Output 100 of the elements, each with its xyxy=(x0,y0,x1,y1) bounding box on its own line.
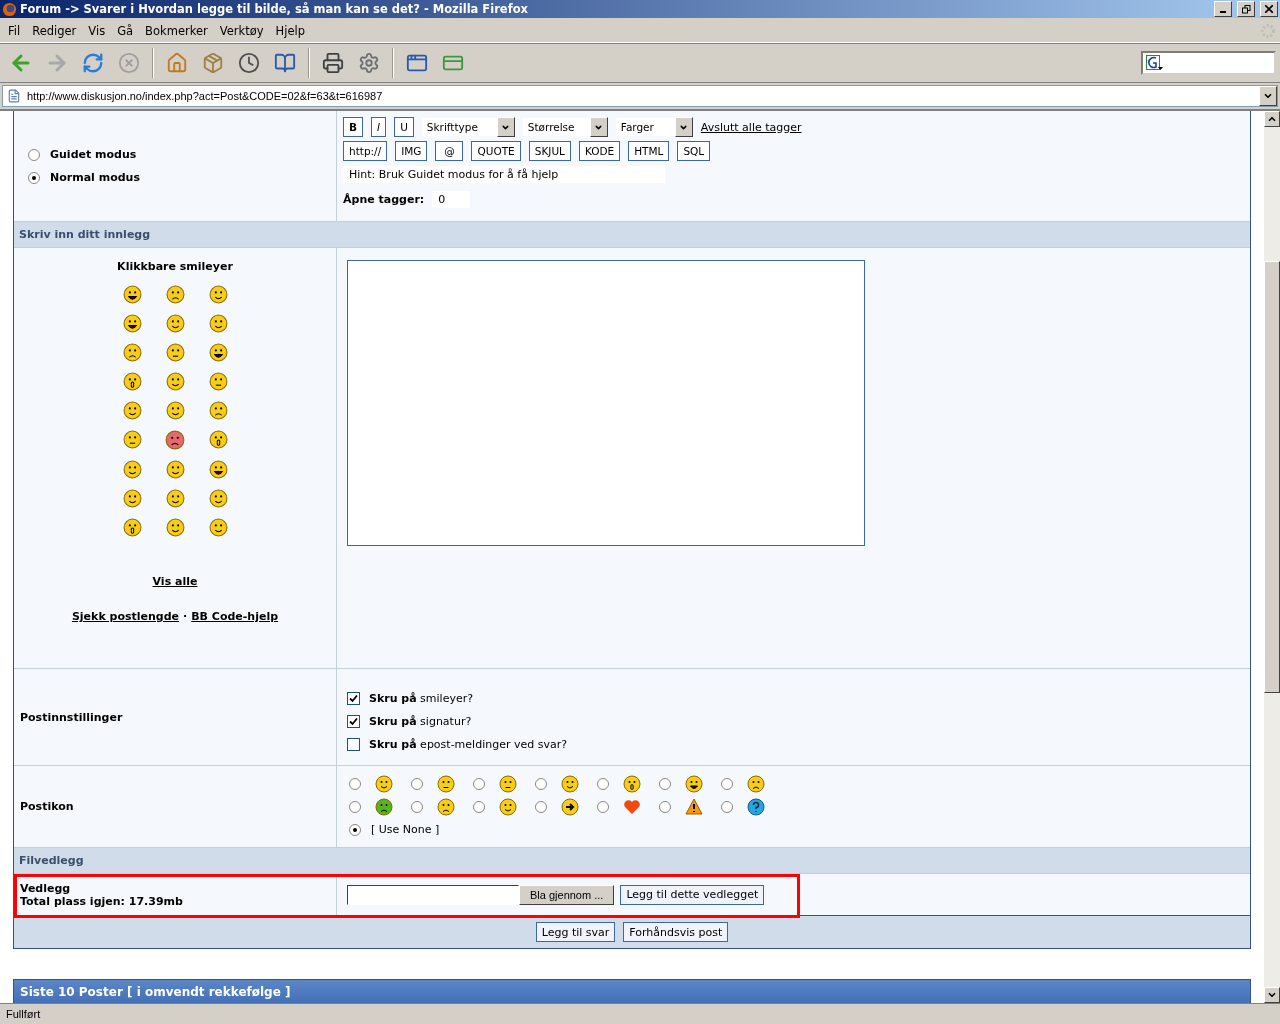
dropdown[interactable]: Farger xyxy=(615,118,693,136)
smiley-icon[interactable] xyxy=(122,314,142,333)
smiley-icon[interactable] xyxy=(165,430,185,450)
smiley-icon[interactable] xyxy=(208,343,228,362)
radio-button[interactable] xyxy=(28,148,40,161)
radio-button[interactable] xyxy=(473,800,485,813)
smiley-icon[interactable] xyxy=(122,285,142,304)
radio-button[interactable] xyxy=(535,777,547,790)
post-length-link[interactable]: Sjekk postlengde xyxy=(71,610,180,623)
smiley-icon[interactable] xyxy=(208,285,228,304)
smiley-icon[interactable] xyxy=(122,372,142,391)
address-field[interactable]: http://www.diskusjon.no/index.php?act=Post&CODE=02&f=63&t=616987 xyxy=(2,85,1278,107)
menu-item[interactable]: Rediger xyxy=(28,24,85,38)
radio-button[interactable] xyxy=(349,777,361,790)
radio-button[interactable] xyxy=(597,800,609,813)
smiley-icon[interactable] xyxy=(747,774,765,793)
scroll-up-button[interactable] xyxy=(1264,111,1280,127)
file-input-field[interactable] xyxy=(347,884,519,905)
smiley-icon[interactable] xyxy=(122,518,142,537)
format-button[interactable]: U xyxy=(394,117,414,137)
radio-button[interactable] xyxy=(535,800,547,813)
menu-item[interactable]: Verktøy xyxy=(215,24,272,38)
tag-button[interactable]: KODE xyxy=(578,141,621,161)
menu-item[interactable]: Fil xyxy=(4,24,29,38)
search-field[interactable] xyxy=(1141,51,1276,75)
smiley-icon[interactable] xyxy=(208,460,228,479)
smiley-icon[interactable] xyxy=(208,372,228,391)
minimize-button[interactable] xyxy=(1214,1,1232,17)
close-button[interactable] xyxy=(1260,1,1278,17)
checkbox[interactable] xyxy=(347,691,360,705)
smiley-icon[interactable] xyxy=(499,797,517,816)
smiley-icon[interactable] xyxy=(437,774,455,793)
add-attachment-button[interactable]: Legg til dette vedlegget xyxy=(620,884,765,905)
checkbox[interactable] xyxy=(347,737,360,751)
scroll-down-button[interactable] xyxy=(1264,987,1280,1003)
radio-button[interactable] xyxy=(659,777,671,790)
book-icon[interactable] xyxy=(274,52,296,74)
close-tags-link[interactable]: Avslutt alle tagger xyxy=(700,120,802,134)
smiley-icon[interactable] xyxy=(165,372,185,391)
smiley-icon[interactable] xyxy=(122,460,142,479)
clock-icon[interactable] xyxy=(238,52,260,74)
radio-button[interactable] xyxy=(411,777,423,790)
smiley-icon[interactable] xyxy=(208,401,228,420)
smiley-icon[interactable] xyxy=(165,343,185,362)
radio-button[interactable] xyxy=(659,800,671,813)
tag-button[interactable]: HTML xyxy=(628,141,670,161)
smiley-icon[interactable] xyxy=(165,285,185,304)
smiley-icon[interactable] xyxy=(122,430,142,449)
settings-icon[interactable] xyxy=(358,52,380,74)
submit-button[interactable]: Forhåndsvis post xyxy=(623,922,729,942)
smiley-icon[interactable] xyxy=(437,797,455,816)
smiley-icon[interactable] xyxy=(165,518,185,537)
tag-button[interactable]: http:// xyxy=(343,141,388,161)
dropdown[interactable]: Skrifttype xyxy=(421,118,515,136)
smiley-icon[interactable] xyxy=(208,430,228,449)
radio-button[interactable] xyxy=(721,800,733,813)
reload-icon[interactable] xyxy=(82,52,104,74)
smiley-icon[interactable] xyxy=(122,489,142,508)
smiley-icon[interactable] xyxy=(122,401,142,420)
browse-button[interactable]: Bla gjennom ... xyxy=(519,884,615,905)
radio-button[interactable] xyxy=(721,777,733,790)
radio-button[interactable] xyxy=(349,823,361,836)
smiley-icon[interactable] xyxy=(623,774,641,793)
smiley-icon[interactable] xyxy=(165,460,185,479)
radio-button[interactable] xyxy=(411,800,423,813)
radio-button[interactable] xyxy=(597,777,609,790)
radio-button[interactable] xyxy=(473,777,485,790)
menu-item[interactable]: Vis xyxy=(84,24,114,38)
show-all-link[interactable]: Vis alle xyxy=(152,575,198,588)
format-button[interactable]: I xyxy=(371,117,387,137)
radio-button[interactable] xyxy=(28,171,40,184)
bbcode-help-link[interactable]: BB Code-hjelp xyxy=(191,610,279,623)
smiley-icon[interactable] xyxy=(561,774,579,793)
smiley-icon[interactable] xyxy=(375,774,393,793)
print-icon[interactable] xyxy=(322,52,344,74)
smiley-icon[interactable] xyxy=(208,314,228,333)
menu-item[interactable]: Gå xyxy=(113,24,142,38)
tag-button[interactable]: @ xyxy=(435,141,464,161)
tag-button[interactable]: SKJUL xyxy=(528,141,571,161)
restore-button[interactable] xyxy=(1237,1,1255,17)
dropdown-button[interactable] xyxy=(1259,86,1277,106)
smiley-icon[interactable] xyxy=(375,797,393,816)
tag-button[interactable]: QUOTE xyxy=(471,141,521,161)
radio-button[interactable] xyxy=(349,800,361,813)
smiley-icon[interactable] xyxy=(208,489,228,508)
smiley-icon[interactable] xyxy=(165,401,185,420)
tag-button[interactable]: SQL xyxy=(677,141,711,161)
smiley-icon[interactable] xyxy=(165,489,185,508)
smiley-icon[interactable] xyxy=(165,314,185,333)
menu-item[interactable]: Bokmerker xyxy=(141,24,216,38)
format-button[interactable]: B xyxy=(343,117,363,137)
dropdown[interactable]: Størrelse xyxy=(522,118,608,136)
smiley-icon[interactable] xyxy=(685,774,703,793)
menu-item[interactable]: Hjelp xyxy=(271,24,313,38)
smiley-icon[interactable] xyxy=(499,774,517,793)
submit-button[interactable]: Legg til svar xyxy=(535,922,616,942)
tag-button[interactable]: IMG xyxy=(395,141,428,161)
smiley-icon[interactable] xyxy=(122,343,142,362)
smiley-icon[interactable] xyxy=(208,518,228,537)
checkbox[interactable] xyxy=(347,714,360,728)
